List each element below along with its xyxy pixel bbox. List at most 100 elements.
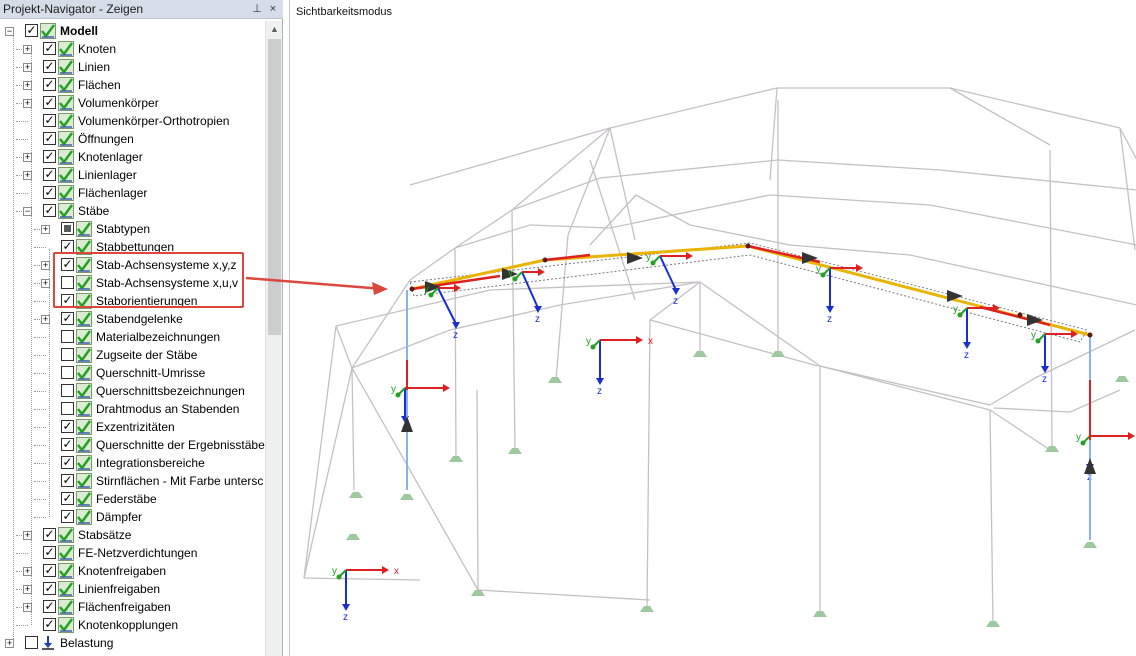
tree-item[interactable]: ✓ Integrationsbereiche	[0, 454, 265, 472]
pin-icon[interactable]: ⊥	[250, 2, 264, 16]
visibility-checkbox[interactable]	[61, 384, 74, 397]
tree-item[interactable]: Querschnittsbezeichnungen	[0, 382, 265, 400]
nodal-support-icon	[1045, 446, 1059, 452]
tree-item[interactable]: + ✓ Flächenfreigaben	[0, 598, 265, 616]
visibility-checkbox[interactable]: ✓	[43, 42, 56, 55]
visibility-checkbox[interactable]: ✓	[43, 114, 56, 127]
frame-member	[335, 325, 353, 369]
tree-item[interactable]: + Belastung	[0, 634, 265, 652]
axis-y-arrow	[653, 255, 661, 263]
visibility-checkbox[interactable]: ✓	[43, 60, 56, 73]
panel-titlebar: Projekt-Navigator - Zeigen ⊥ ×	[0, 0, 283, 19]
tree-item[interactable]: + ✓ Flächen	[0, 76, 265, 94]
visibility-checkbox[interactable]	[61, 402, 74, 415]
structure-model-graphic[interactable]: yzyzyzyzyzyzxyzyzyzxyz	[290, 0, 1136, 656]
nodal-support-icon	[346, 534, 360, 540]
tree-item[interactable]: Zugseite der Stäbe	[0, 346, 265, 364]
tree-item[interactable]: ✓ Knotenkopplungen	[0, 616, 265, 634]
tree-item[interactable]: + ✓ Stabsätze	[0, 526, 265, 544]
expand-icon[interactable]: +	[41, 225, 50, 234]
nodal-support-icon	[400, 494, 414, 500]
visibility-checkbox[interactable]: ✓	[43, 582, 56, 595]
visibility-checkbox[interactable]: ✓	[43, 186, 56, 199]
tree-item-label: Knoten	[78, 42, 117, 56]
tree-connector-line	[34, 409, 46, 410]
visibility-checkbox[interactable]: ✓	[43, 150, 56, 163]
tree-item[interactable]: Materialbezeichnungen	[0, 328, 265, 346]
tree-item[interactable]: ✓ FE-Netzverdichtungen	[0, 544, 265, 562]
visibility-checkbox[interactable]: ✓	[43, 564, 56, 577]
visibility-checkbox[interactable]	[61, 330, 74, 343]
visibility-icon	[58, 41, 74, 57]
tree-item[interactable]: + ✓ Stabendgelenke	[0, 310, 265, 328]
tree-connector-line	[34, 517, 46, 518]
tree-item[interactable]: ✓ Öffnungen	[0, 130, 265, 148]
tree-connector-line	[34, 301, 46, 302]
visibility-checkbox[interactable]: ✓	[43, 168, 56, 181]
visibility-checkbox[interactable]: ✓	[43, 132, 56, 145]
visibility-checkbox[interactable]: ✓	[61, 438, 74, 451]
tree-item[interactable]: ✓ Flächenlager	[0, 184, 265, 202]
tree-item[interactable]: + ✓ Knotenlager	[0, 148, 265, 166]
visibility-checkbox[interactable]: ✓	[43, 78, 56, 91]
visibility-checkbox[interactable]: ✓	[61, 510, 74, 523]
visibility-icon	[58, 185, 74, 201]
visibility-checkbox[interactable]: ✓	[61, 420, 74, 433]
frame-member	[529, 224, 611, 229]
tree-item[interactable]: + ✓ Knotenfreigaben	[0, 562, 265, 580]
tree-item-label: Modell	[60, 24, 98, 38]
tree-item[interactable]: − ✓ Modell	[0, 22, 265, 40]
visibility-checkbox[interactable]	[25, 636, 38, 649]
frame-member	[351, 367, 479, 591]
visibility-checkbox[interactable]: ✓	[43, 96, 56, 109]
tree-item[interactable]: ✓ Querschnitte der Ergebnisstäbe	[0, 436, 265, 454]
visibility-icon	[58, 563, 74, 579]
visibility-checkbox[interactable]: ✓	[61, 456, 74, 469]
visibility-checkbox[interactable]: ✓	[61, 474, 74, 487]
tree-item[interactable]: ✓ Exzentrizitäten	[0, 418, 265, 436]
visibility-icon	[76, 347, 92, 363]
frame-member	[819, 365, 991, 411]
visibility-checkbox[interactable]	[61, 222, 74, 235]
visibility-checkbox[interactable]: ✓	[43, 528, 56, 541]
axis-z-label: z	[1042, 374, 1047, 385]
visibility-checkbox[interactable]: ✓	[43, 546, 56, 559]
visibility-checkbox[interactable]: ✓	[25, 24, 38, 37]
axis-y-label: y	[424, 284, 429, 295]
visibility-checkbox[interactable]: ✓	[61, 492, 74, 505]
vertical-scrollbar[interactable]: ▲	[265, 21, 282, 656]
tree-item[interactable]: + ✓ Linienlager	[0, 166, 265, 184]
visibility-checkbox[interactable]: ✓	[43, 600, 56, 613]
tree-item[interactable]: + Stabtypen	[0, 220, 265, 238]
tree-item[interactable]: ✓ Dämpfer	[0, 508, 265, 526]
tree-connector-line	[16, 121, 28, 122]
tree-item[interactable]: Querschnitt-Umrisse	[0, 364, 265, 382]
frame-member	[454, 209, 513, 249]
visibility-icon	[58, 167, 74, 183]
tree-item[interactable]: + ✓ Linienfreigaben	[0, 580, 265, 598]
axis-y-label: y	[586, 336, 591, 347]
tree-item[interactable]: ✓ Federstäbe	[0, 490, 265, 508]
tree-item-label: Linien	[78, 60, 111, 74]
scroll-thumb[interactable]	[268, 39, 281, 335]
tree-item[interactable]: ✓ Volumenkörper-Orthotropien	[0, 112, 265, 130]
close-icon[interactable]: ×	[266, 2, 280, 16]
visibility-checkbox[interactable]	[61, 348, 74, 361]
nodal-support-icon	[771, 351, 785, 357]
frame-member	[477, 589, 651, 601]
visibility-checkbox[interactable]: ✓	[43, 204, 56, 217]
tree-item[interactable]: + ✓ Knoten	[0, 40, 265, 58]
frame-member	[476, 389, 479, 591]
visibility-checkbox[interactable]: ✓	[61, 312, 74, 325]
tree-item[interactable]: − ✓ Stäbe	[0, 202, 265, 220]
tree-item[interactable]: + ✓ Linien	[0, 58, 265, 76]
visibility-icon	[58, 77, 74, 93]
tree-item[interactable]: ✓ Stirnflächen - Mit Farbe untersc	[0, 472, 265, 490]
scroll-up-arrow-icon[interactable]: ▲	[266, 21, 283, 38]
visibility-checkbox[interactable]	[61, 366, 74, 379]
tree-item[interactable]: Drahtmodus an Stabenden	[0, 400, 265, 418]
model-viewport[interactable]: Sichtbarkeitsmodus yzyzyzyzyzyzxyzyzyzxy…	[289, 0, 1136, 656]
tree-item[interactable]: + ✓ Volumenkörper	[0, 94, 265, 112]
frame-member	[699, 281, 821, 367]
visibility-checkbox[interactable]: ✓	[43, 618, 56, 631]
